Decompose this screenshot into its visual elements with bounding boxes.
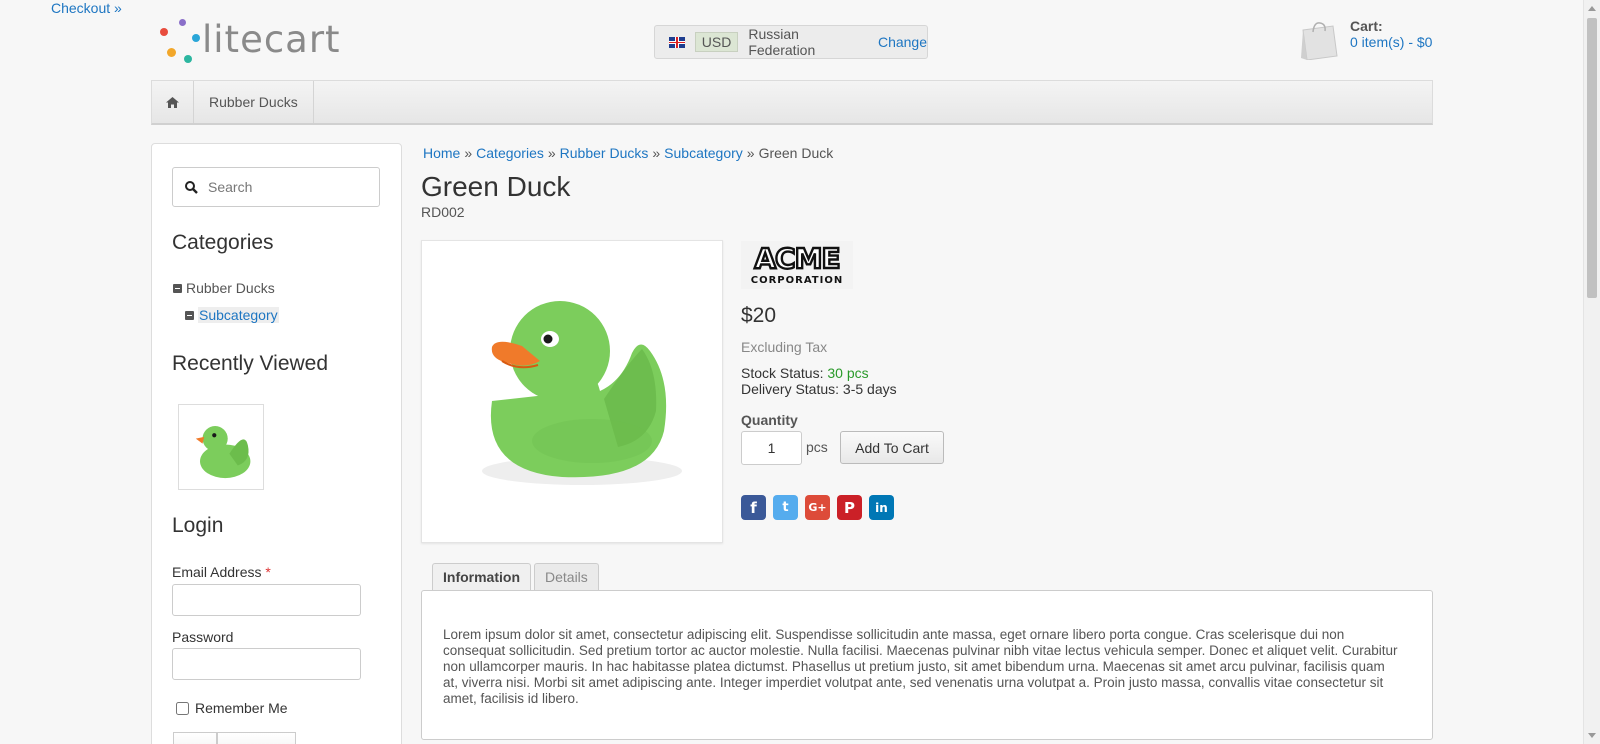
logo-text: litecart xyxy=(202,18,341,61)
nav-item-rubber-ducks[interactable]: Rubber Ducks xyxy=(194,81,314,123)
product-image[interactable] xyxy=(421,240,723,543)
country-label: Russian Federation xyxy=(748,26,816,58)
scroll-up-arrow[interactable] xyxy=(1588,6,1596,11)
google-plus-icon[interactable]: G+ xyxy=(805,495,830,520)
quantity-unit: pcs xyxy=(806,439,828,455)
scroll-down-arrow[interactable] xyxy=(1588,733,1596,738)
collapse-icon xyxy=(185,310,194,320)
breadcrumb-separator: » xyxy=(464,145,473,161)
uk-flag-icon xyxy=(669,36,685,48)
linkedin-icon[interactable]: in xyxy=(869,495,894,520)
green-duck-thumbnail xyxy=(195,426,251,479)
stock-status-value: 30 pcs xyxy=(827,365,869,381)
tab-panel-information: Lorem ipsum dolor sit amet, consectetur … xyxy=(421,590,1433,740)
login-heading: Login xyxy=(172,514,224,537)
breadcrumb-home[interactable]: Home xyxy=(423,145,460,161)
breadcrumb: Home» Categories» Rubber Ducks» Subcategory… xyxy=(423,145,833,161)
svg-text:ACME: ACME xyxy=(754,242,839,275)
recently-viewed-green-duck[interactable] xyxy=(178,404,264,490)
change-region-link[interactable]: Change xyxy=(878,34,927,50)
category-rubber-ducks[interactable]: Rubber Ducks xyxy=(173,280,275,296)
breadcrumb-separator: » xyxy=(746,145,755,161)
collapse-icon xyxy=(173,283,182,293)
tab-details[interactable]: Details xyxy=(534,563,599,590)
logo-dot-purple xyxy=(179,19,186,26)
region-selector: USD Russian Federation Change xyxy=(654,25,928,59)
logo-dot-teal xyxy=(184,55,192,63)
logo-dot-blue xyxy=(192,34,200,42)
logo-dot-red xyxy=(160,28,168,36)
email-label: Email Address * xyxy=(172,564,271,580)
currency-badge: USD xyxy=(694,32,739,52)
stock-status-label: Stock Status: xyxy=(741,365,824,381)
svg-text:CORPORATION: CORPORATION xyxy=(751,275,843,286)
lost-password-button[interactable] xyxy=(216,732,297,744)
category-label: Rubber Ducks xyxy=(186,280,275,296)
breadcrumb-separator: » xyxy=(652,145,661,161)
shopping-bag-icon xyxy=(1301,22,1338,60)
search-input[interactable] xyxy=(208,179,368,195)
logo-dot-orange xyxy=(167,48,176,57)
home-icon xyxy=(166,96,179,108)
search-box xyxy=(172,167,380,207)
product-price: $20 xyxy=(741,304,777,327)
delivery-status: Delivery Status: 3-5 days xyxy=(741,381,897,397)
facebook-icon[interactable]: f xyxy=(741,495,766,520)
manufacturer-logo[interactable]: ACME CORPORATION xyxy=(741,241,853,289)
search-icon xyxy=(185,180,198,194)
product-title: Green Duck xyxy=(421,171,571,202)
cart-widget[interactable] xyxy=(1350,18,1500,68)
category-subcategory[interactable]: Subcategory xyxy=(185,307,279,323)
green-duck-image xyxy=(482,301,682,485)
email-label-text: Email Address xyxy=(172,564,262,580)
scroll-thumb[interactable] xyxy=(1587,18,1597,298)
quantity-input[interactable]: 1 xyxy=(741,431,802,465)
page-scrollbar[interactable] xyxy=(1583,0,1600,744)
breadcrumb-separator: » xyxy=(547,145,556,161)
quantity-label: Quantity xyxy=(741,412,798,428)
checkout-link[interactable]: Checkout » xyxy=(51,0,122,16)
main-navbar: Rubber Ducks xyxy=(151,80,1433,125)
remember-me-label: Remember Me xyxy=(195,700,288,716)
breadcrumb-rubber-ducks[interactable]: Rubber Ducks xyxy=(560,145,649,161)
login-button[interactable] xyxy=(173,732,217,744)
required-mark: * xyxy=(265,564,271,580)
email-field[interactable] xyxy=(172,584,361,616)
stock-info: Stock Status: 30 pcs Delivery Status: 3-… xyxy=(741,365,897,397)
password-field[interactable] xyxy=(172,648,361,680)
sidebar: Categories Rubber Ducks Subcategory Rece… xyxy=(151,143,402,744)
breadcrumb-current: Green Duck xyxy=(758,145,834,161)
breadcrumb-categories[interactable]: Categories xyxy=(476,145,544,161)
pinterest-icon[interactable]: P xyxy=(837,495,862,520)
tax-note: Excluding Tax xyxy=(741,339,828,355)
store-logo[interactable]: litecart xyxy=(158,16,368,64)
login-buttons xyxy=(173,732,297,744)
breadcrumb-subcategory[interactable]: Subcategory xyxy=(664,145,743,161)
add-to-cart-button[interactable]: Add To Cart xyxy=(840,431,944,464)
category-label: Subcategory xyxy=(198,307,279,323)
recently-viewed-heading: Recently Viewed xyxy=(172,352,329,375)
product-description: Lorem ipsum dolor sit amet, consectetur … xyxy=(443,627,1398,706)
nav-home-button[interactable] xyxy=(152,81,194,123)
remember-me[interactable]: Remember Me xyxy=(176,700,288,716)
password-label: Password xyxy=(172,629,234,645)
tab-information[interactable]: Information xyxy=(432,563,531,590)
remember-me-checkbox[interactable] xyxy=(176,701,189,715)
product-sku: RD002 xyxy=(421,204,465,220)
categories-heading: Categories xyxy=(172,231,274,254)
twitter-icon[interactable]: t xyxy=(773,495,798,520)
